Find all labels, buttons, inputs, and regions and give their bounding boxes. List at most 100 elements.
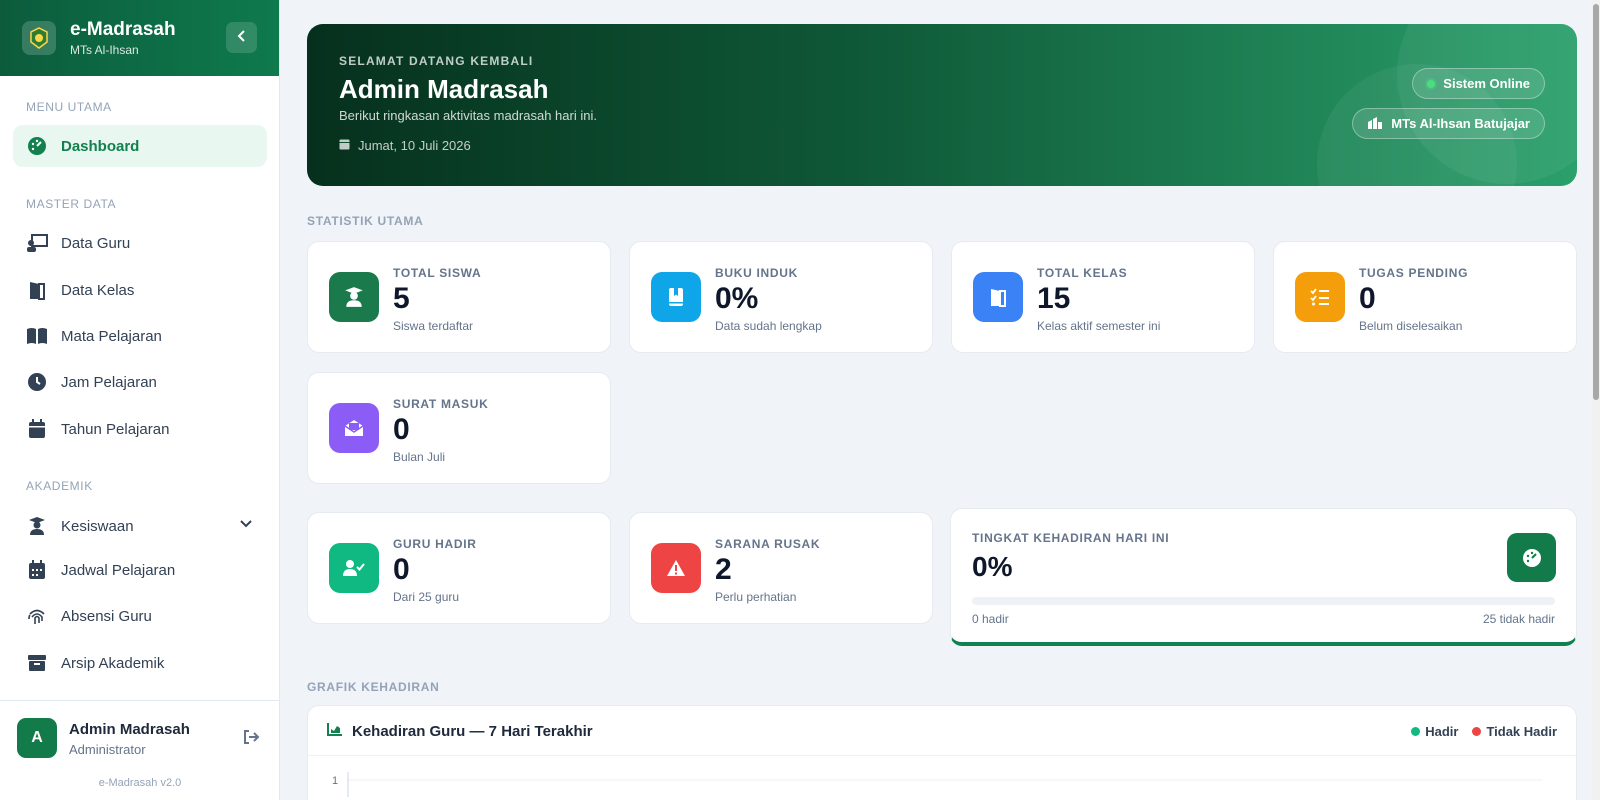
collapse-sidebar-button[interactable] bbox=[226, 22, 257, 53]
sidebar-item-label: Jadwal Pelajaran bbox=[61, 561, 176, 579]
avatar[interactable]: A bbox=[17, 718, 57, 758]
attendance-present: 0 hadir bbox=[972, 612, 1009, 626]
book-open-icon bbox=[26, 325, 48, 347]
sidebar-item-data-guru[interactable]: Data Guru bbox=[13, 222, 267, 264]
door-icon bbox=[973, 272, 1023, 322]
warning-triangle-icon bbox=[651, 543, 701, 593]
attendance-label: TINGKAT KEHADIRAN HARI INI bbox=[972, 531, 1170, 545]
door-icon bbox=[26, 279, 48, 301]
envelope-open-icon bbox=[329, 403, 379, 453]
logout-icon[interactable] bbox=[242, 729, 260, 750]
legend-item-hadir[interactable]: Hadir bbox=[1411, 724, 1458, 739]
sidebar-header: e-Madrasah MTs Al-Ihsan bbox=[0, 0, 279, 76]
welcome-subtitle: Berikut ringkasan aktivitas madrasah har… bbox=[339, 108, 597, 123]
stat-value: 2 bbox=[715, 553, 732, 586]
calendar-icon bbox=[26, 418, 48, 440]
dashboard-gauge-icon bbox=[1507, 533, 1556, 582]
stat-card-tugas-pending[interactable]: TUGAS PENDING 0 Belum diselesaikan bbox=[1273, 241, 1577, 353]
attendance-absent: 25 tidak hadir bbox=[1482, 612, 1555, 626]
section-label-master: MASTER DATA bbox=[26, 197, 117, 211]
scrollbar-thumb[interactable] bbox=[1593, 4, 1599, 400]
attendance-progress-bar bbox=[972, 597, 1555, 605]
attendance-rate-card: TINGKAT KEHADIRAN HARI INI 0% 0 hadir 25… bbox=[950, 508, 1577, 646]
school-badge: MTs Al-Ihsan Batujajar bbox=[1352, 108, 1545, 139]
attendance-chart-card: Kehadiran Guru — 7 Hari Terakhir Hadir T… bbox=[307, 705, 1577, 800]
legend-swatch bbox=[1472, 727, 1482, 736]
welcome-banner: SELAMAT DATANG KEMBALI Admin Madrasah Be… bbox=[307, 24, 1577, 186]
dashboard-gauge-icon bbox=[26, 135, 48, 157]
section-label-main: MENU UTAMA bbox=[26, 100, 112, 114]
archive-icon bbox=[26, 652, 48, 674]
sidebar-item-label: Data Kelas bbox=[61, 281, 135, 299]
stat-desc: Siswa terdaftar bbox=[393, 319, 474, 333]
stat-value: 0 bbox=[393, 553, 410, 586]
user-check-icon bbox=[329, 543, 379, 593]
stat-label: TOTAL SISWA bbox=[393, 266, 482, 280]
stat-value: 15 bbox=[1037, 282, 1071, 315]
stat-card-total-kelas[interactable]: TOTAL KELAS 15 Kelas aktif semester ini bbox=[951, 241, 1255, 353]
sidebar-item-jam-pelajaran[interactable]: Jam Pelajaran bbox=[13, 361, 267, 403]
sidebar-item-label: Kesiswaan bbox=[61, 517, 134, 535]
sidebar-item-jadwal-pelajaran[interactable]: Jadwal Pelajaran bbox=[13, 549, 267, 591]
stats-section-label: STATISTIK UTAMA bbox=[307, 214, 424, 228]
chart-legend: Hadir Tidak Hadir bbox=[1397, 724, 1557, 739]
chart-plot-area: 1 bbox=[308, 757, 1578, 800]
current-date: Jumat, 10 Juli 2026 bbox=[339, 138, 471, 153]
sidebar-item-mata-pelajaran[interactable]: Mata Pelajaran bbox=[13, 315, 267, 357]
legend-swatch bbox=[1411, 727, 1421, 736]
stat-label: BUKU INDUK bbox=[715, 266, 798, 280]
sidebar-item-label: Arsip Akademik bbox=[61, 654, 165, 672]
stat-value: 0% bbox=[715, 282, 759, 315]
attendance-value: 0% bbox=[972, 551, 1013, 582]
chart-section-label: GRAFIK KEHADIRAN bbox=[307, 680, 440, 694]
page-scrollbar[interactable] bbox=[1592, 0, 1600, 800]
sidebar-item-dashboard[interactable]: Dashboard bbox=[13, 125, 267, 167]
stat-card-sarana-rusak[interactable]: SARANA RUSAK 2 Perlu perhatian bbox=[629, 512, 933, 624]
legend-item-tidak-hadir[interactable]: Tidak Hadir bbox=[1472, 724, 1557, 739]
sidebar-user-panel: A Admin Madrasah Administrator e-Madrasa… bbox=[0, 700, 280, 800]
stat-desc: Data sudah lengkap bbox=[715, 319, 822, 333]
sidebar-item-arsip-akademik[interactable]: Arsip Akademik bbox=[13, 642, 267, 684]
stat-desc: Perlu perhatian bbox=[715, 590, 797, 604]
system-status-badge: Sistem Online bbox=[1412, 68, 1545, 99]
sidebar-item-label: Jam Pelajaran bbox=[61, 373, 157, 391]
stat-value: 0 bbox=[393, 413, 410, 446]
user-role: Administrator bbox=[69, 742, 146, 757]
calendar-grid-icon bbox=[26, 559, 48, 581]
stat-label: SURAT MASUK bbox=[393, 397, 489, 411]
madrasah-logo bbox=[22, 21, 56, 55]
app-version: e-Madrasah v2.0 bbox=[98, 777, 182, 789]
chevron-left-icon bbox=[236, 29, 248, 47]
school-name: MTs Al-Ihsan bbox=[70, 43, 139, 57]
student-icon bbox=[26, 515, 48, 537]
sidebar-item-data-kelas[interactable]: Data Kelas bbox=[13, 269, 267, 311]
stat-card-total-siswa[interactable]: TOTAL SISWA 5 Siswa terdaftar bbox=[307, 241, 611, 353]
stat-card-surat-masuk[interactable]: SURAT MASUK 0 Bulan Juli bbox=[307, 372, 611, 484]
section-label-academic: AKADEMIK bbox=[26, 479, 93, 493]
sidebar: e-Madrasah MTs Al-Ihsan MENU UTAMA Dashb… bbox=[0, 0, 280, 800]
stat-label: TOTAL KELAS bbox=[1037, 266, 1128, 280]
status-dot-icon bbox=[1427, 79, 1436, 88]
sidebar-item-label: Data Guru bbox=[61, 234, 131, 252]
sidebar-item-kesiswaan[interactable]: Kesiswaan bbox=[13, 505, 267, 547]
stat-desc: Belum diselesaikan bbox=[1359, 319, 1463, 333]
sidebar-item-tahun-pelajaran[interactable]: Tahun Pelajaran bbox=[13, 408, 267, 450]
book-icon bbox=[651, 272, 701, 322]
sidebar-item-absensi-guru[interactable]: Absensi Guru bbox=[13, 595, 267, 637]
stat-value: 0 bbox=[1359, 282, 1376, 315]
brand-name: e-Madrasah bbox=[70, 19, 176, 40]
fingerprint-icon bbox=[26, 605, 48, 627]
sidebar-item-label: Tahun Pelajaran bbox=[61, 420, 170, 438]
stat-card-guru-hadir[interactable]: GURU HADIR 0 Dari 25 guru bbox=[307, 512, 611, 624]
stat-label: TUGAS PENDING bbox=[1359, 266, 1469, 280]
chart-title: Kehadiran Guru — 7 Hari Terakhir bbox=[327, 722, 593, 740]
stat-value: 5 bbox=[393, 282, 410, 315]
welcome-kicker: SELAMAT DATANG KEMBALI bbox=[339, 54, 534, 68]
stat-card-buku-induk[interactable]: BUKU INDUK 0% Data sudah lengkap bbox=[629, 241, 933, 353]
sidebar-item-label: Dashboard bbox=[61, 137, 140, 155]
school-building-icon bbox=[1367, 117, 1383, 130]
teacher-board-icon bbox=[26, 232, 48, 254]
user-name: Admin Madrasah bbox=[69, 721, 190, 738]
task-list-icon bbox=[1295, 272, 1345, 322]
stat-desc: Kelas aktif semester ini bbox=[1037, 319, 1161, 333]
